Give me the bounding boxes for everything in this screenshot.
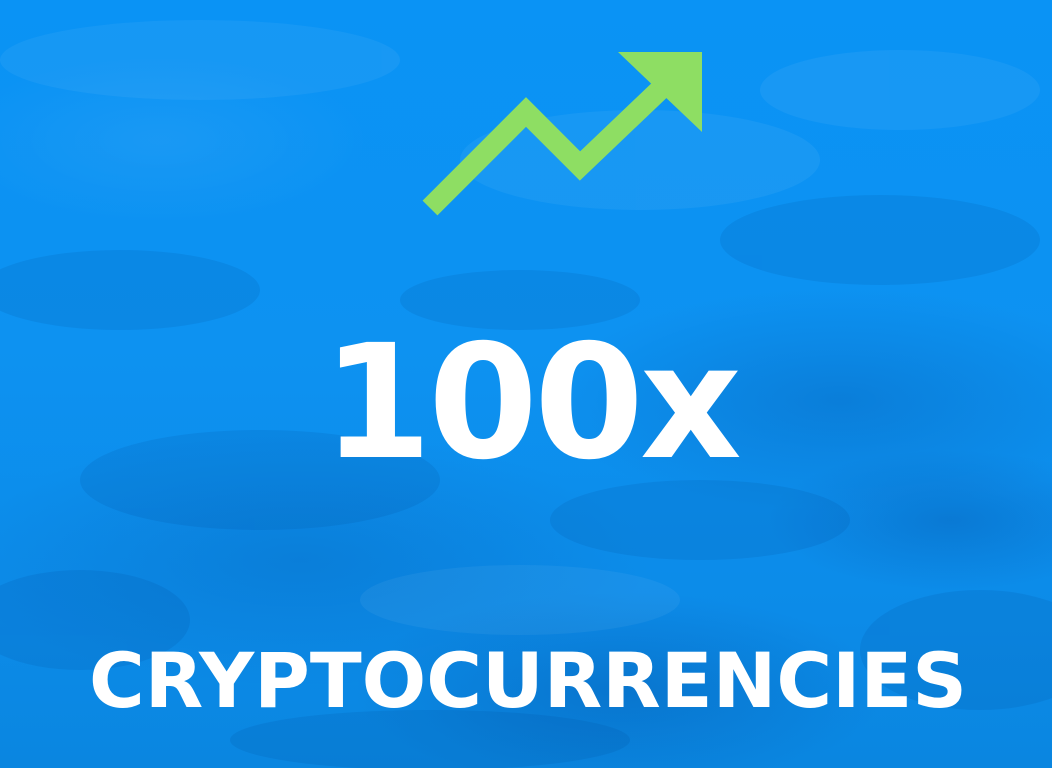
trend-up-arrow-icon — [418, 48, 708, 220]
headline-multiplier: 100x — [322, 311, 742, 495]
subline-cryptocurrencies: CRYPTOCURRENCIES — [88, 636, 968, 725]
banner: 100x CRYPTOCURRENCIES — [0, 0, 1052, 768]
